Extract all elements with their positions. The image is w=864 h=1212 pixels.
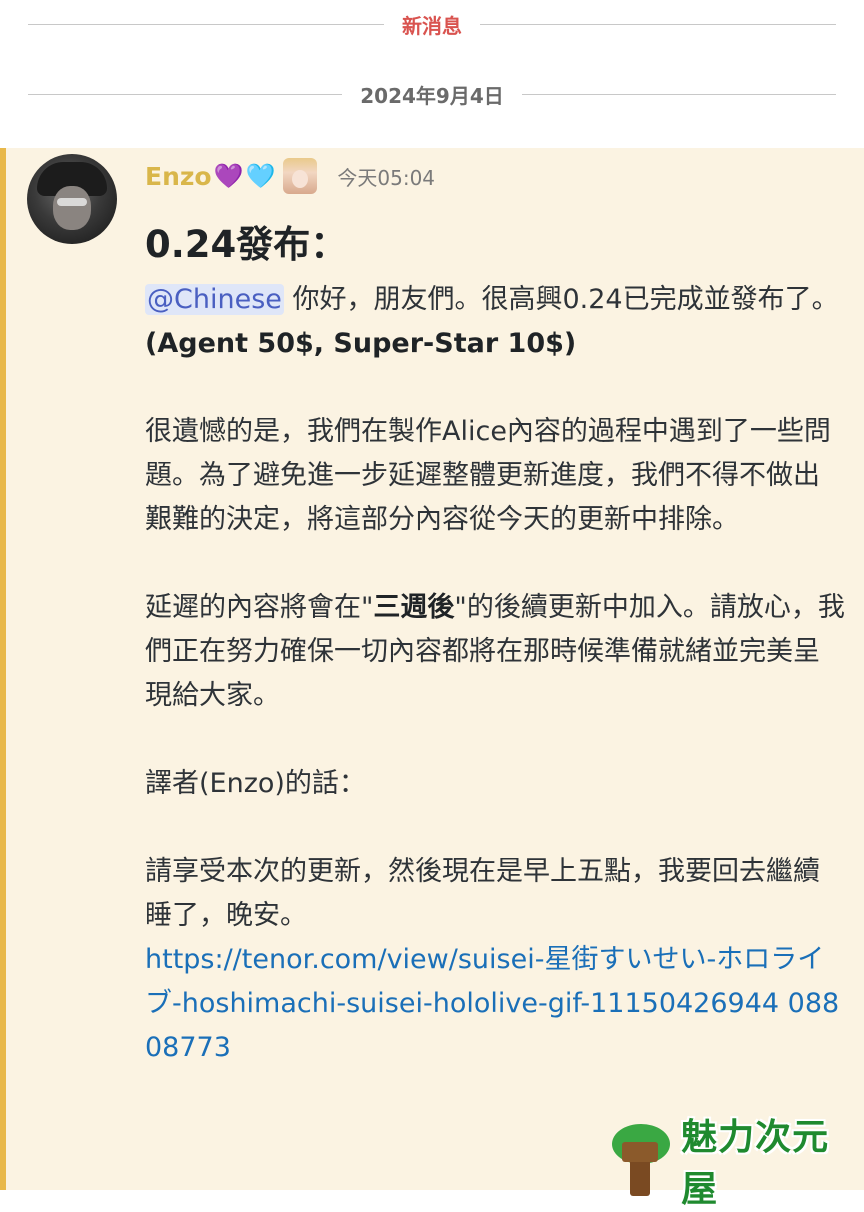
paragraph-intro: @Chinese 你好，朋友們。很高興0.24已完成並發布了。 (Agent 50… xyxy=(145,278,845,366)
intro-text: 你好，朋友們。很高興0.24已完成並發布了。 xyxy=(292,284,839,315)
divider-line xyxy=(28,94,343,95)
message-body: @Chinese 你好，朋友們。很高興0.24已完成並發布了。 (Agent 50… xyxy=(145,278,845,1070)
treehouse-icon xyxy=(606,1122,675,1198)
date-label: 2024年9月4日 xyxy=(360,84,504,108)
message-title: 0.24發布： xyxy=(145,223,348,266)
mention-chinese[interactable]: @Chinese xyxy=(145,284,284,315)
timestamp[interactable]: 今天05:04 xyxy=(337,162,435,191)
highlight-accent-bar xyxy=(0,148,6,1190)
purple-heart-icon: 💜 xyxy=(213,162,244,190)
paragraph-delay-schedule: 延遲的內容將會在"三週後"的後續更新中加入。請放心，我們正在努力確保一切內容都將… xyxy=(145,592,845,711)
divider-line xyxy=(480,24,836,25)
translator-note-heading: 譯者(Enzo)的話： xyxy=(145,768,366,799)
watermark: 魅力次元屋 xyxy=(606,1108,864,1212)
paragraph-goodnight: 請享受本次的更新，然後現在是早上五點，我要回去繼續睡了，晚安。 xyxy=(145,856,820,931)
divider-line xyxy=(28,24,384,25)
date-divider: 2024年9月4日 xyxy=(28,80,836,109)
role-icon[interactable] xyxy=(283,158,318,194)
three-weeks-bold: 三週後 xyxy=(373,592,455,623)
intro-bold-text: (Agent 50$, Super-Star 10$) xyxy=(145,328,577,359)
watermark-text: 魅力次元屋 xyxy=(681,1117,830,1210)
paragraph-delay-reason: 很遺憾的是，我們在製作Alice內容的過程中遇到了一些問題。為了避免進一步延遲整… xyxy=(145,416,831,535)
new-messages-divider: 新消息 xyxy=(28,10,836,39)
avatar[interactable] xyxy=(27,154,117,244)
new-messages-label: 新消息 xyxy=(402,14,462,38)
message-header: Enzo 💜 🩵 今天05:04 xyxy=(145,156,435,196)
divider-line xyxy=(521,94,836,95)
blue-heart-icon: 🩵 xyxy=(245,162,276,190)
tenor-gif-link[interactable]: https://tenor.com/view/suisei-星街すいせい-ホロラ… xyxy=(145,944,839,1063)
username[interactable]: Enzo xyxy=(145,162,212,191)
chat-message: Enzo 💜 🩵 今天05:04 0.24發布： @Chinese 你好，朋友們… xyxy=(0,148,864,1190)
